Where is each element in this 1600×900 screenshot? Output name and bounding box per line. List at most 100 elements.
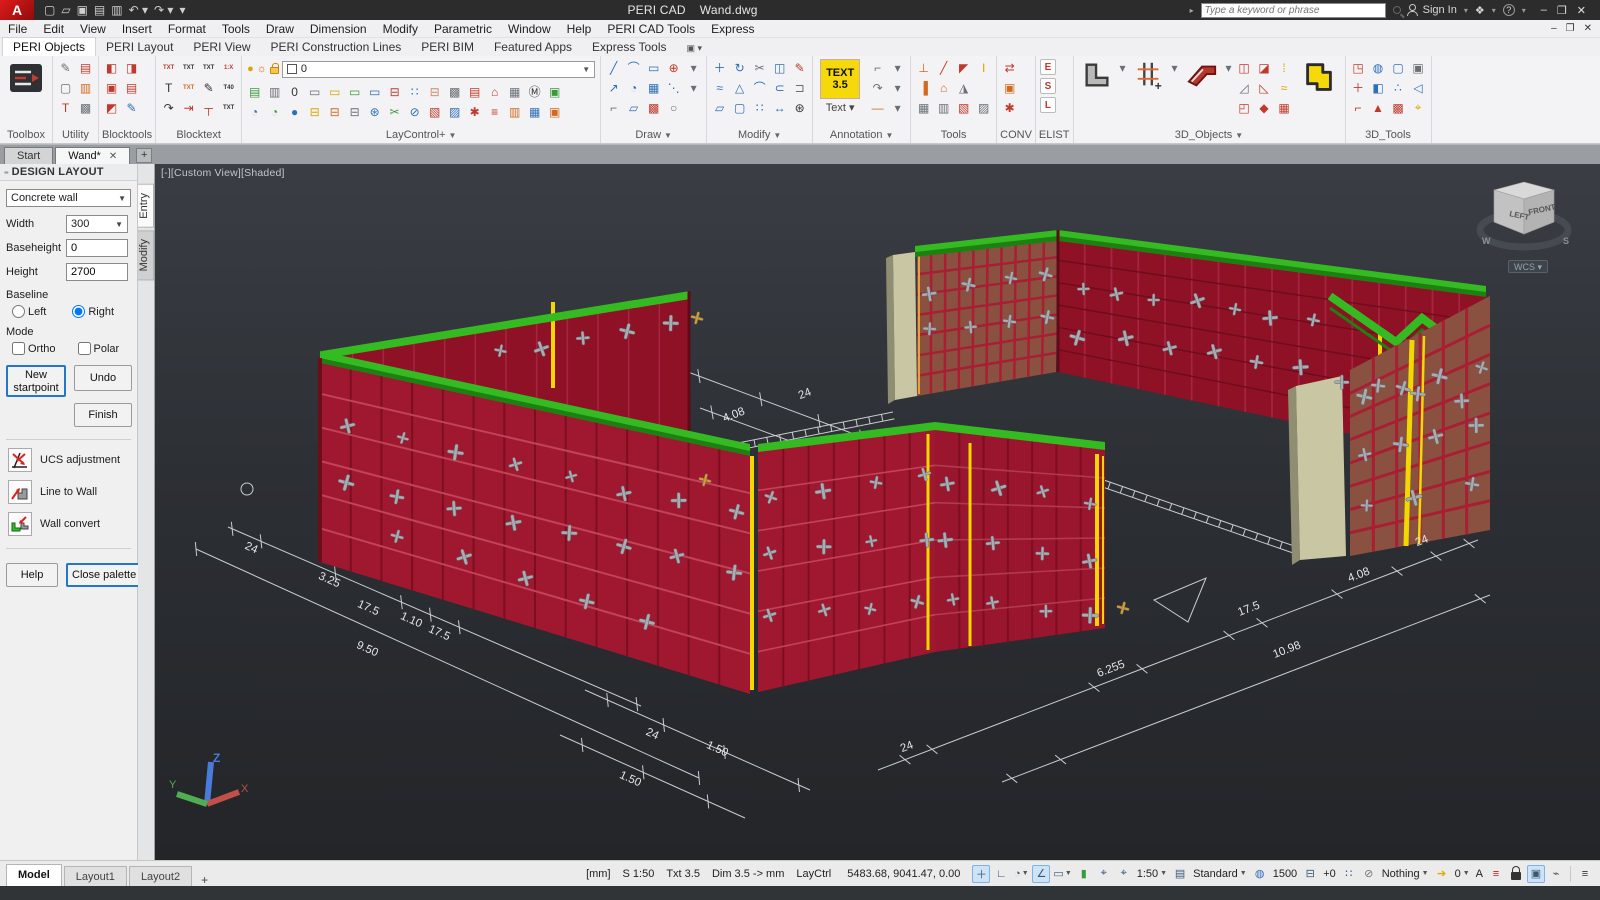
tool-icon[interactable]: ▲ bbox=[1369, 98, 1388, 117]
tool-icon[interactable]: ∴ bbox=[1389, 78, 1408, 97]
chevron-down-icon[interactable]: ▼ bbox=[1235, 131, 1243, 140]
undo-icon[interactable]: ↶ ▾ bbox=[129, 3, 148, 17]
tool-icon[interactable]: ◺ bbox=[1255, 78, 1274, 97]
tool-icon[interactable]: ▾ bbox=[684, 58, 703, 77]
tool-icon[interactable]: ⇄ bbox=[1000, 58, 1019, 77]
layer-on-icon[interactable]: ● bbox=[247, 63, 254, 75]
tool-icon[interactable]: ＋ bbox=[1349, 78, 1368, 97]
sign-in-link[interactable]: Sign In bbox=[1423, 4, 1457, 16]
new-startpoint-button[interactable]: New startpoint bbox=[6, 365, 66, 397]
customize-qat-icon[interactable]: ▾ bbox=[179, 3, 185, 17]
tool-icon[interactable]: ⊐ bbox=[790, 78, 809, 97]
viewport-controls-label[interactable]: [-][Custom View][Shaded] bbox=[161, 167, 285, 179]
tab-modify[interactable]: Modify bbox=[138, 230, 154, 280]
tool-icon[interactable]: ◧ bbox=[102, 58, 121, 77]
autoscale-toggle[interactable]: ⌖ bbox=[1115, 865, 1133, 883]
tool-icon[interactable]: ▣ bbox=[545, 102, 564, 121]
tool-icon[interactable]: ▱ bbox=[624, 98, 643, 117]
tool-icon[interactable]: ▧ bbox=[425, 102, 444, 121]
close-icon[interactable]: ✕ bbox=[109, 148, 117, 165]
ribbon-group-label[interactable]: Blocktext bbox=[159, 127, 238, 143]
line-to-wall-tool[interactable]: Line to Wall bbox=[8, 480, 129, 504]
tool-icon[interactable]: ⌒ bbox=[750, 78, 769, 97]
tool-icon[interactable]: ⊟ bbox=[425, 82, 444, 101]
tool-icon[interactable]: ▱ bbox=[710, 98, 729, 117]
tool-icon[interactable]: ◰ bbox=[1235, 98, 1254, 117]
tool-icon[interactable]: ╱ bbox=[604, 58, 623, 77]
standard-dropdown[interactable]: Standard▼ bbox=[1191, 868, 1249, 880]
menu-insert[interactable]: Insert bbox=[114, 20, 160, 38]
tool-icon[interactable]: ▾ bbox=[888, 98, 907, 117]
isolate-objects-toggle[interactable]: ▣ bbox=[1527, 865, 1545, 883]
tool-icon[interactable]: ⌂ bbox=[934, 78, 953, 97]
new-layout-button[interactable]: + bbox=[194, 873, 215, 887]
tool-icon[interactable]: ▨ bbox=[974, 98, 993, 117]
isodraft-toggle[interactable]: ∠ bbox=[1032, 865, 1050, 883]
wcs-dropdown[interactable]: WCS ▾ bbox=[1508, 260, 1548, 273]
tool-icon[interactable]: ◳ bbox=[1349, 58, 1368, 77]
ribbon-group-label[interactable]: Modify▼ bbox=[710, 127, 809, 143]
tool-icon[interactable]: ▨ bbox=[445, 102, 464, 121]
menu-draw[interactable]: Draw bbox=[258, 20, 302, 38]
tool-icon[interactable]: ◍ bbox=[1369, 58, 1388, 77]
tool-icon[interactable]: ▢ bbox=[1389, 58, 1408, 77]
open-file-icon[interactable]: ▱ bbox=[61, 3, 70, 17]
tool-icon[interactable]: ▧ bbox=[954, 98, 973, 117]
tool-icon[interactable]: ▭ bbox=[345, 82, 364, 101]
tool-icon[interactable]: ▦ bbox=[914, 98, 933, 117]
tool-icon[interactable]: ▩ bbox=[445, 82, 464, 101]
save-icon[interactable]: ▣ bbox=[77, 3, 88, 17]
ribbon-group-label[interactable]: Utility bbox=[56, 127, 95, 143]
workspace-list-icon[interactable]: ▤ bbox=[1171, 865, 1189, 883]
baseline-right-radio[interactable]: Right bbox=[72, 305, 114, 318]
radio-right[interactable] bbox=[72, 305, 85, 318]
ribbon-tab-peri-construction-lines[interactable]: PERI Construction Lines bbox=[261, 38, 412, 56]
wall-convert-icon[interactable] bbox=[8, 512, 32, 536]
tool-icon[interactable]: TXT bbox=[179, 78, 198, 97]
checkbox-polar[interactable] bbox=[78, 342, 91, 355]
tool-icon[interactable]: ＋ bbox=[710, 58, 729, 77]
tool-icon[interactable]: ✎ bbox=[56, 58, 75, 77]
tool-icon[interactable]: ◔ bbox=[245, 102, 264, 121]
3d-sphere-icon[interactable]: ◍ bbox=[1251, 865, 1269, 883]
snap-mode-toggle[interactable]: ▮ bbox=[1075, 865, 1093, 883]
chevron-down-icon[interactable]: ▼ bbox=[448, 131, 456, 140]
tool-icon[interactable]: ≈ bbox=[1275, 78, 1294, 97]
new-tab-button[interactable]: + bbox=[136, 148, 152, 163]
tool-icon[interactable]: ▤ bbox=[122, 78, 141, 97]
tool-icon[interactable]: ▥ bbox=[265, 82, 284, 101]
tool-icon[interactable]: T bbox=[159, 78, 178, 97]
tool-icon[interactable]: ▦ bbox=[525, 102, 544, 121]
ribbon-tab-express-tools[interactable]: Express Tools bbox=[582, 38, 676, 56]
tool-icon[interactable]: ⋱ bbox=[664, 78, 683, 97]
tool-icon[interactable]: ↷ bbox=[868, 78, 887, 97]
tool-icon[interactable]: TXT bbox=[219, 98, 238, 117]
menu-express[interactable]: Express bbox=[703, 20, 762, 38]
palette-header[interactable]: ▪▪ DESIGN LAYOUT bbox=[0, 164, 137, 181]
tool-icon[interactable]: ▢ bbox=[730, 98, 749, 117]
tool-icon[interactable]: ⊟ bbox=[345, 102, 364, 121]
tool-icon[interactable]: ◆ bbox=[1255, 98, 1274, 117]
tool-icon[interactable]: ↔ bbox=[770, 98, 789, 117]
signin-dropdown-icon[interactable]: ▾ bbox=[1464, 6, 1468, 15]
restore-button[interactable]: ❐ bbox=[1557, 4, 1567, 17]
ribbon-overflow-icon[interactable]: ▣ ▾ bbox=[683, 41, 707, 56]
tool-icon[interactable]: ⊛ bbox=[365, 102, 384, 121]
tool-icon[interactable]: ◪ bbox=[1255, 58, 1274, 77]
tool-icon[interactable]: ⌂ bbox=[485, 82, 504, 101]
tool-icon[interactable]: ↗ bbox=[604, 78, 623, 97]
tool-icon[interactable]: ◁ bbox=[1409, 78, 1428, 97]
tool-icon[interactable]: 0 bbox=[285, 82, 304, 101]
tool-icon[interactable]: ▩ bbox=[644, 98, 663, 117]
tool-icon[interactable]: ⊟ bbox=[385, 82, 404, 101]
tool-icon[interactable]: ⊥ bbox=[914, 58, 933, 77]
tool-icon[interactable]: ▦ bbox=[1275, 98, 1294, 117]
tool-icon[interactable]: ◧ bbox=[1369, 78, 1388, 97]
doc-minimize-button[interactable]: – bbox=[1551, 23, 1557, 34]
help-dropdown-icon[interactable]: ▾ bbox=[1522, 6, 1526, 15]
clean-screen-icon[interactable]: ⌁ bbox=[1547, 865, 1565, 883]
tool-icon[interactable]: T40 bbox=[219, 78, 238, 97]
help-button[interactable]: Help bbox=[6, 563, 58, 587]
menu-peri-cad-tools[interactable]: PERI CAD Tools bbox=[599, 20, 703, 38]
dynamic-input-toggle[interactable]: ＋ bbox=[972, 865, 990, 883]
